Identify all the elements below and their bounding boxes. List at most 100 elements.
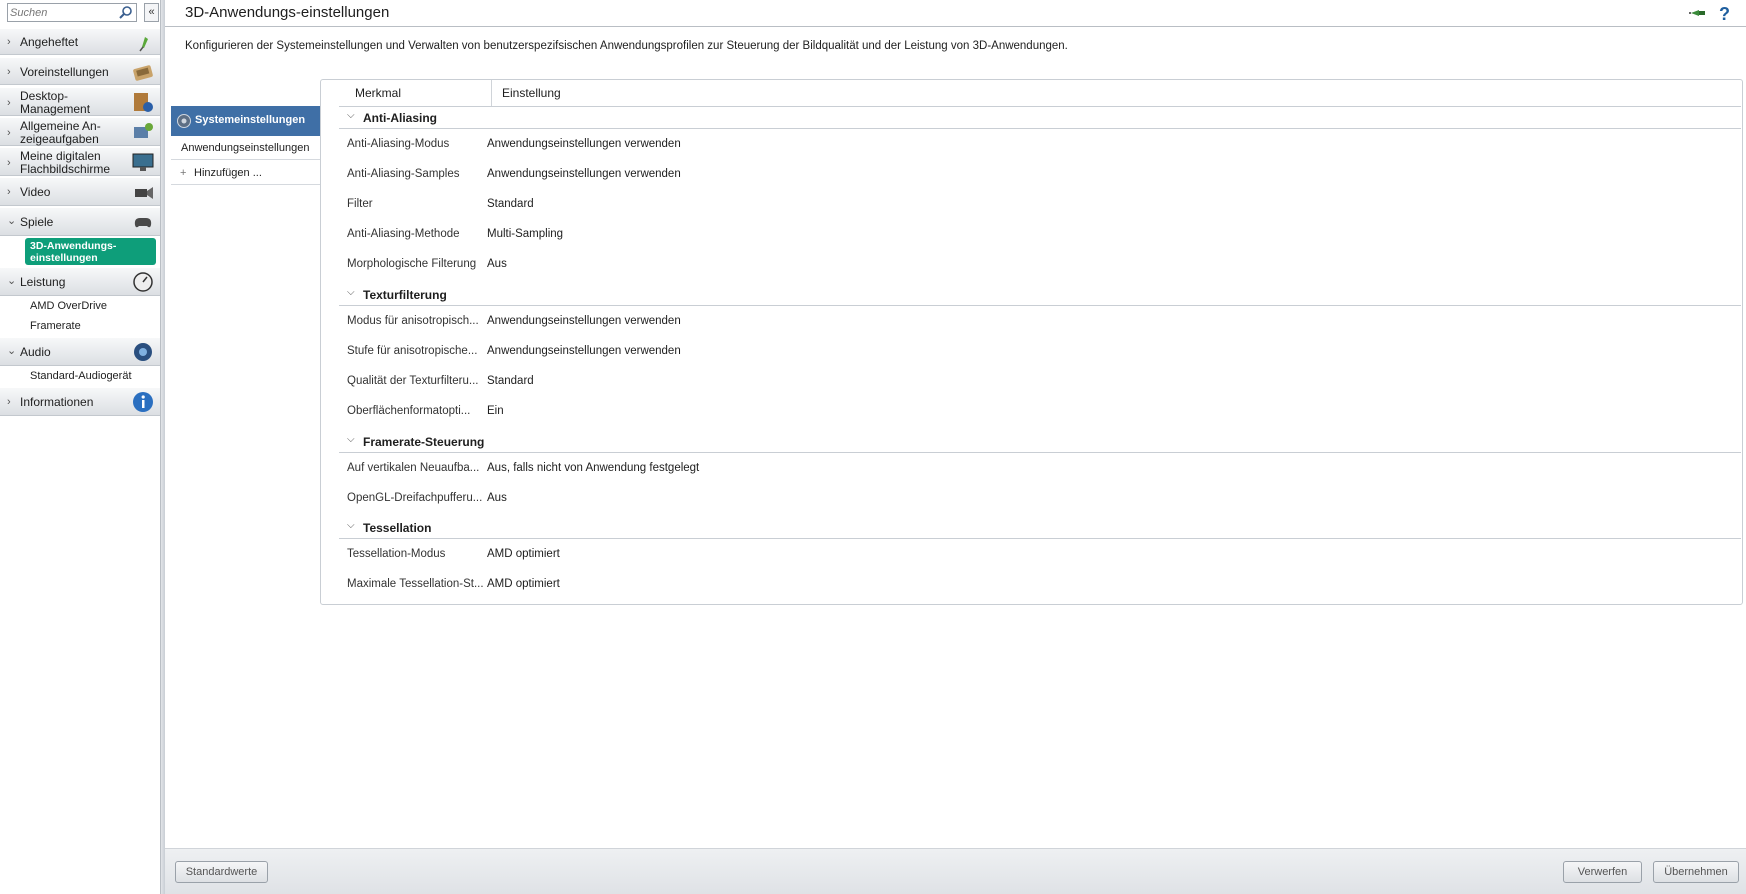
page-title: 3D-Anwendungs-einstellungen xyxy=(185,4,390,21)
setting-value[interactable]: Multi-Sampling xyxy=(487,228,563,240)
chevron-right-icon: › xyxy=(7,396,11,408)
setting-label: Modus für anisotropisch... xyxy=(347,315,479,327)
search-icon[interactable] xyxy=(118,5,134,20)
nav-desktop-management[interactable]: › Desktop- Management xyxy=(0,87,160,116)
search-box[interactable] xyxy=(7,3,137,22)
nav-label: Meine digitalen Flachbildschirme xyxy=(20,149,111,176)
setting-value[interactable]: AMD optimiert xyxy=(487,548,560,560)
setting-value[interactable]: Standard xyxy=(487,198,534,210)
speedometer-icon xyxy=(133,272,153,292)
audio-icon xyxy=(134,343,152,361)
chevron-right-icon: › xyxy=(7,66,11,78)
setting-label: Oberflächenformatopti... xyxy=(347,405,471,417)
nav-digitale-flachbildschirme[interactable]: › Meine digitalen Flachbildschirme xyxy=(0,147,160,176)
apply-button[interactable]: Übernehmen xyxy=(1653,861,1739,883)
setting-label: Stufe für anisotropische... xyxy=(347,345,478,357)
setting-row[interactable]: Auf vertikalen Neuaufba... Aus, falls nic… xyxy=(339,454,1741,484)
chevron-right-icon: › xyxy=(7,127,11,139)
flatpanel-icon xyxy=(132,153,154,171)
collapse-sidebar-button[interactable]: « xyxy=(144,3,159,22)
video-camera-icon xyxy=(135,187,153,199)
svg-text:?: ? xyxy=(1719,4,1730,23)
nav-video[interactable]: › Video xyxy=(0,177,160,206)
chevron-down-icon: ⌄ xyxy=(7,345,17,357)
chevron-right-icon: › xyxy=(7,186,11,198)
setting-value[interactable]: Standard xyxy=(487,375,534,387)
setting-value[interactable]: Aus, falls nicht von Anwendung festgeleg… xyxy=(487,462,699,474)
setting-value[interactable]: AMD optimiert xyxy=(487,578,560,590)
chevron-down-icon: ⌄ xyxy=(7,275,17,287)
setting-row[interactable]: Morphologische Filterung Aus xyxy=(339,250,1741,280)
setting-row[interactable]: Anti-Aliasing-Methode Multi-Sampling xyxy=(339,220,1741,250)
setting-row[interactable]: Stufe für anisotropische... Anwendungsein… xyxy=(339,337,1741,367)
nav-label: Angeheftet xyxy=(20,35,79,49)
desktop-management-icon xyxy=(134,93,153,112)
setting-label: Tessellation-Modus xyxy=(347,548,446,560)
setting-label: Morphologische Filterung xyxy=(347,258,477,270)
footer-bar: Standardwerte Verwerfen Übernehmen xyxy=(165,848,1746,894)
setting-value[interactable]: Anwendungseinstellungen verwenden xyxy=(487,168,681,180)
setting-value[interactable]: Anwendungseinstellungen verwenden xyxy=(487,138,681,150)
setting-row[interactable]: Tessellation-Modus AMD optimiert xyxy=(339,540,1741,570)
nav-amd-overdrive[interactable]: AMD OverDrive xyxy=(30,300,107,312)
main-area: 3D-Anwendungs-einstellungen ? Konfigurie… xyxy=(165,0,1746,894)
setting-value[interactable]: Anwendungseinstellungen verwenden xyxy=(487,345,681,357)
nav-angeheftet[interactable]: › Angeheftet xyxy=(0,28,160,55)
nav-label: Allgemeine An- zeigeaufgaben xyxy=(20,119,101,146)
setting-label: Anti-Aliasing-Methode xyxy=(347,228,460,240)
info-icon xyxy=(133,392,153,412)
nav-audio[interactable]: ⌄ Audio xyxy=(0,337,160,366)
settings-table: Merkmal Einstellung ⌵ Anti-Aliasing Anti… xyxy=(320,79,1743,605)
setting-row[interactable]: Oberflächenformatopti... Ein xyxy=(339,397,1741,427)
nav-informationen[interactable]: › Informationen xyxy=(0,387,160,416)
nav-voreinstellungen[interactable]: › Voreinstellungen xyxy=(0,57,160,85)
nav-leistung[interactable]: ⌄ Leistung xyxy=(0,267,160,296)
nav-framerate[interactable]: Framerate xyxy=(30,320,81,332)
pin-page-icon[interactable] xyxy=(1688,3,1708,23)
setting-value[interactable]: Ein xyxy=(487,405,504,417)
setting-row[interactable]: OpenGL-Dreifachpufferu... Aus xyxy=(339,484,1741,514)
tab-systemeinstellungen[interactable]: Systemeinstellungen xyxy=(171,106,360,136)
column-header-merkmal: Merkmal xyxy=(355,86,402,100)
chevron-right-icon: › xyxy=(7,97,11,109)
presets-icon xyxy=(133,65,153,81)
setting-label: Auf vertikalen Neuaufba... xyxy=(347,462,480,474)
setting-value[interactable]: Aus xyxy=(487,258,507,270)
setting-row[interactable]: Filter Standard xyxy=(339,190,1741,220)
sidebar: « › Angeheftet › Voreinstellungen › Desk… xyxy=(0,0,161,894)
setting-row[interactable]: Modus für anisotropisch... Anwendungseins… xyxy=(339,307,1741,337)
chevron-down-icon: ⌵ xyxy=(347,434,355,445)
nav-3d-anwendungseinstellungen[interactable]: 3D-Anwendungs- einstellungen xyxy=(25,238,156,265)
nav-label: Spiele xyxy=(20,215,54,229)
title-bar: 3D-Anwendungs-einstellungen ? xyxy=(165,0,1746,27)
chevron-right-icon: › xyxy=(7,157,11,169)
tab-anwendungseinstellungen[interactable]: Anwendungseinstellungen xyxy=(171,136,321,160)
setting-row[interactable]: Maximale Tessellation-St... AMD optimiert xyxy=(339,570,1741,600)
setting-value[interactable]: Anwendungseinstellungen verwenden xyxy=(487,315,681,327)
column-header-einstellung: Einstellung xyxy=(502,86,561,100)
search-input[interactable] xyxy=(10,5,114,20)
chevron-down-icon: ⌵ xyxy=(347,520,355,531)
setting-row[interactable]: Anti-Aliasing-Samples Anwendungseinstellu… xyxy=(339,160,1741,190)
setting-row[interactable]: Qualität der Texturfilteru... Standard xyxy=(339,367,1741,397)
nav-standard-audiogeraet[interactable]: Standard-Audiogerät xyxy=(30,370,132,382)
group-title: Anti-Aliasing xyxy=(363,111,437,125)
nav-allgemeine-anzeigeaufgaben[interactable]: › Allgemeine An- zeigeaufgaben xyxy=(0,117,160,146)
group-title: Tessellation xyxy=(363,521,432,535)
setting-value[interactable]: Aus xyxy=(487,492,507,504)
setting-label: Qualität der Texturfilteru... xyxy=(347,375,479,387)
group-anti-aliasing[interactable]: ⌵ Anti-Aliasing xyxy=(339,107,1741,129)
tab-label: Systemeinstellungen xyxy=(195,114,306,126)
defaults-button[interactable]: Standardwerte xyxy=(175,861,268,883)
group-texturfilterung[interactable]: ⌵ Texturfilterung xyxy=(339,284,1741,306)
discard-button[interactable]: Verwerfen xyxy=(1563,861,1642,883)
add-profile-button[interactable]: + Hinzufügen ... xyxy=(171,161,321,185)
nav-label: Audio xyxy=(20,345,51,359)
group-tessellation[interactable]: ⌵ Tessellation xyxy=(339,517,1741,539)
setting-row[interactable]: Anti-Aliasing-Modus Anwendungseinstellung… xyxy=(339,130,1741,160)
group-framerate-steuerung[interactable]: ⌵ Framerate-Steuerung xyxy=(339,431,1741,453)
nav-label: Informationen xyxy=(20,395,94,409)
column-divider[interactable] xyxy=(491,80,492,106)
help-icon[interactable]: ? xyxy=(1715,3,1735,23)
nav-spiele[interactable]: ⌄ Spiele xyxy=(0,207,160,236)
